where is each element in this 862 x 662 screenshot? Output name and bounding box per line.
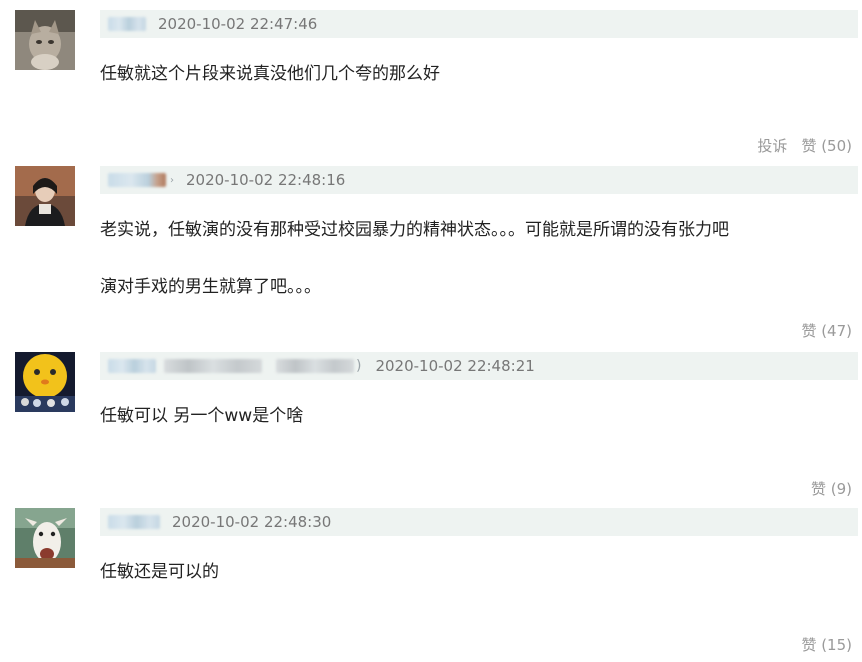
comment-meta-bar: 2020-10-02 22:47:46 xyxy=(100,10,858,38)
comment-item: 2020-10-02 22:47:46 任敏就这个片段来说真没他们几个夸的那么好… xyxy=(0,10,862,160)
like-button[interactable]: 赞 (15) xyxy=(801,634,852,655)
like-button[interactable]: 赞 (9) xyxy=(811,478,852,499)
username-link[interactable] xyxy=(108,515,160,529)
badge-paren: ) xyxy=(356,358,362,374)
person-avatar-icon[interactable] xyxy=(15,166,75,226)
comment-item: ) 2020-10-02 22:48:21 任敏可以 另一个ww是个啥 赞 (9… xyxy=(0,352,862,502)
user-badge-blur xyxy=(164,359,262,373)
comment-text: 任敏可以 另一个ww是个啥 xyxy=(100,406,304,426)
comment-text: 老实说，任敏演的没有那种受过校园暴力的精神状态。。。可能就是所谓的没有张力吧 xyxy=(100,220,729,240)
moon-face-avatar-icon[interactable] xyxy=(15,352,75,412)
comment-meta-bar: ) 2020-10-02 22:48:21 xyxy=(100,352,858,380)
comment-meta-bar: › 2020-10-02 22:48:16 xyxy=(100,166,858,194)
goat-avatar-icon[interactable] xyxy=(15,508,75,568)
username-link[interactable] xyxy=(108,173,166,187)
report-button[interactable]: 投诉 xyxy=(757,135,787,156)
comment-meta-bar: 2020-10-02 22:48:30 xyxy=(100,508,858,536)
timestamp: 2020-10-02 22:48:30 xyxy=(172,513,332,531)
user-badge-blur xyxy=(276,359,354,373)
timestamp: 2020-10-02 22:48:16 xyxy=(186,171,346,189)
like-button[interactable]: 赞 (50) xyxy=(801,135,852,156)
cat-avatar-icon[interactable] xyxy=(15,10,75,70)
timestamp: 2020-10-02 22:48:21 xyxy=(375,357,535,375)
comment-text: 任敏就这个片段来说真没他们几个夸的那么好 xyxy=(100,64,440,84)
badge-arrow: › xyxy=(170,174,174,186)
username-link[interactable] xyxy=(108,17,146,31)
comment-item: › 2020-10-02 22:48:16 老实说，任敏演的没有那种受过校园暴力… xyxy=(0,166,862,346)
timestamp: 2020-10-02 22:47:46 xyxy=(158,15,318,33)
comment-item: 2020-10-02 22:48:30 任敏还是可以的 赞 (15) xyxy=(0,508,862,658)
username-link[interactable] xyxy=(108,359,156,373)
like-button[interactable]: 赞 (47) xyxy=(801,320,852,341)
comment-text: 任敏还是可以的 xyxy=(100,562,219,582)
comment-text: 演对手戏的男生就算了吧。。。 xyxy=(100,277,321,297)
